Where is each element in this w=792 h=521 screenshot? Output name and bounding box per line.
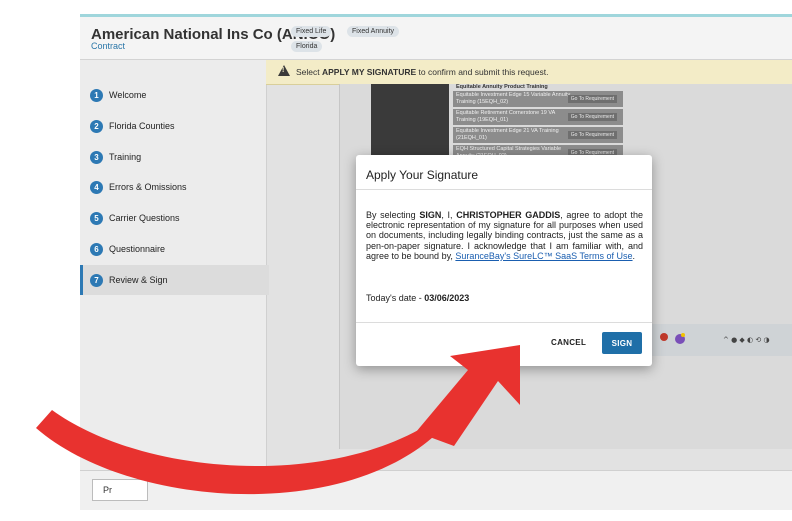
sidebar-item-label: Training: [109, 152, 142, 162]
footer: Pr: [80, 470, 792, 510]
dialog-title: Apply Your Signature: [366, 168, 479, 182]
divider: [356, 189, 652, 190]
go-to-requirement-button[interactable]: Go To Requirement: [567, 113, 617, 121]
header: American National Ins Co (ANICO) Contrac…: [80, 17, 792, 60]
banner-text: Select APPLY MY SIGNATURE to confirm and…: [296, 67, 549, 77]
step-number: 3: [90, 150, 103, 164]
training-row: Equitable Retirement Cornerstone 19 VA T…: [453, 109, 623, 125]
step-number: 7: [90, 273, 103, 287]
sidebar-item-florida-counties[interactable]: 2 Florida Counties: [80, 111, 266, 141]
sidebar-item-questionnaire[interactable]: 6 Questionnaire: [80, 234, 266, 264]
divider: [356, 322, 652, 323]
sidebar-item-label: Review & Sign: [109, 275, 168, 285]
chip-fixed-life: Fixed Life: [291, 26, 332, 37]
terms-of-use-link[interactable]: SuranceBay's SureLC™ SaaS Terms of Use: [455, 251, 632, 261]
sidebar-item-label: Errors & Omissions: [109, 182, 187, 192]
step-number: 4: [90, 180, 103, 194]
signature-consent-text: By selecting SIGN, I, CHRISTOPHER GADDIS…: [366, 210, 643, 261]
sign-button[interactable]: SIGN: [602, 332, 642, 354]
sidebar: 1 Welcome 2 Florida Counties 3 Training …: [80, 60, 269, 470]
chip-florida: Florida: [291, 41, 323, 52]
signature-dialog: Apply Your Signature By selecting SIGN, …: [356, 155, 652, 366]
training-title: Equitable Retirement Cornerstone 19 VA T…: [456, 110, 555, 123]
training-title: Equitable Investment Edge 15 Variable An…: [456, 92, 571, 105]
previous-button[interactable]: Pr: [92, 479, 148, 501]
training-title: Equitable Investment Edge 21 VA Training…: [456, 128, 559, 141]
chip-fixed-annuity: Fixed Annuity: [347, 26, 400, 37]
sidebar-item-review-sign[interactable]: 7 Review & Sign: [80, 265, 269, 295]
training-heading: Equitable Annuity Product Training: [456, 84, 548, 90]
sidebar-item-training[interactable]: 3 Training: [80, 142, 266, 172]
sidebar-item-errors-omissions[interactable]: 4 Errors & Omissions: [80, 172, 266, 202]
sidebar-item-carrier-questions[interactable]: 5 Carrier Questions: [80, 203, 266, 233]
training-row: Equitable Investment Edge 21 VA Training…: [453, 127, 623, 143]
sidebar-item-label: Questionnaire: [109, 244, 166, 254]
step-number: 2: [90, 119, 103, 133]
go-to-requirement-button[interactable]: Go To Requirement: [567, 131, 617, 139]
instruction-banner: ! Select APPLY MY SIGNATURE to confirm a…: [266, 60, 792, 85]
step-number: 5: [90, 211, 103, 225]
step-number: 6: [90, 242, 103, 256]
sidebar-item-label: Carrier Questions: [109, 213, 180, 223]
cancel-button[interactable]: CANCEL: [551, 338, 586, 347]
warning-icon-mark: !: [282, 67, 285, 74]
sidebar-item-label: Welcome: [109, 90, 147, 100]
step-number: 1: [90, 88, 103, 102]
contract-subtitle: Contract: [91, 41, 126, 51]
svg-text:^ ● ◆ ◐ ⟲ ◑: ^ ● ◆ ◐ ⟲ ◑: [723, 336, 770, 344]
go-to-requirement-button[interactable]: Go To Requirement: [567, 95, 617, 103]
sidebar-item-label: Florida Counties: [109, 121, 175, 131]
sidebar-item-welcome[interactable]: 1 Welcome: [80, 80, 266, 110]
training-row: Equitable Investment Edge 15 Variable An…: [453, 91, 623, 107]
todays-date: Today's date - 03/06/2023: [366, 293, 470, 303]
